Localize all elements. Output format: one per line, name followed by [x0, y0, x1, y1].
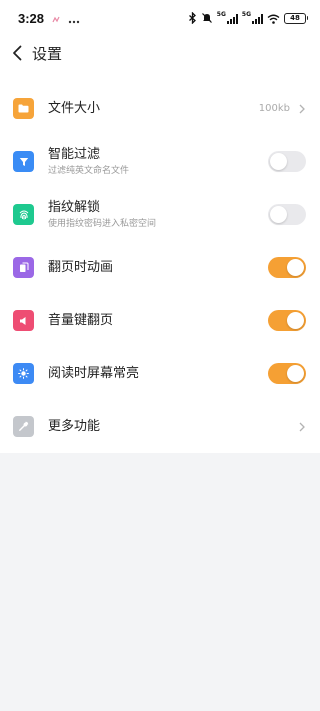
status-left-icons	[52, 9, 80, 28]
settings-page: 3:28 5G 5G 48 设置 文件大小 100kb 智能过滤 过滤纯英文命名…	[0, 0, 320, 711]
status-time: 3:28	[18, 10, 45, 26]
network-label-1: 5G	[216, 11, 226, 18]
setting-texts: 音量键翻页	[48, 313, 268, 329]
setting-more-features[interactable]: 更多功能	[0, 400, 320, 453]
status-right: 5G 5G 48	[188, 0, 308, 36]
setting-label: 翻页时动画	[48, 259, 114, 275]
back-arrow-icon[interactable]	[10, 44, 24, 62]
setting-label: 阅读时屏幕常亮	[48, 365, 140, 381]
more-dots-icon	[68, 9, 80, 28]
setting-texts: 智能过滤 过滤纯英文命名文件	[48, 147, 268, 177]
status-bar: 3:28 5G 5G 48	[0, 0, 320, 36]
setting-texts: 文件大小	[48, 101, 259, 117]
smart-filter-toggle[interactable]	[268, 151, 306, 172]
setting-screen-always-on: 阅读时屏幕常亮	[0, 347, 320, 400]
fingerprint-unlock-toggle[interactable]	[268, 204, 306, 225]
filter-icon	[13, 151, 34, 172]
setting-fingerprint-unlock: 指纹解锁 使用指纹密码进入私密空间	[0, 188, 320, 241]
setting-label: 音量键翻页	[48, 312, 114, 328]
setting-subtitle: 使用指纹密码进入私密空间	[48, 218, 157, 229]
network-label-2: 5G	[241, 11, 251, 18]
fingerprint-icon	[13, 204, 34, 225]
screen-always-on-toggle[interactable]	[268, 363, 306, 384]
toggle-knob	[287, 312, 304, 329]
setting-smart-filter: 智能过滤 过滤纯英文命名文件	[0, 135, 320, 188]
setting-page-flip-animation: 翻页时动画	[0, 241, 320, 294]
signal-icon-2: 5G	[242, 12, 263, 24]
battery-icon: 48	[284, 12, 308, 24]
setting-texts: 翻页时动画	[48, 260, 268, 276]
setting-volume-key-flip: 音量键翻页	[0, 294, 320, 347]
signal-icon-1: 5G	[217, 12, 238, 24]
bluetooth-icon	[188, 9, 197, 28]
mute-bell-icon	[201, 9, 213, 28]
file-size-value: 100kb	[258, 103, 290, 114]
wrench-icon	[13, 416, 34, 437]
toggle-knob	[287, 259, 304, 276]
toggle-knob	[270, 206, 287, 223]
page-title: 设置	[32, 44, 63, 63]
page-flip-animation-toggle[interactable]	[268, 257, 306, 278]
chevron-right-icon	[298, 421, 306, 433]
volume-key-flip-toggle[interactable]	[268, 310, 306, 331]
notification-icon	[52, 9, 60, 28]
setting-texts: 阅读时屏幕常亮	[48, 366, 268, 382]
toggle-knob	[287, 365, 304, 382]
page-flip-icon	[13, 257, 34, 278]
brightness-icon	[13, 363, 34, 384]
setting-label: 指纹解锁	[48, 199, 101, 215]
settings-list: 文件大小 100kb 智能过滤 过滤纯英文命名文件 指纹解锁 使用指纹密码进入私…	[0, 82, 320, 453]
setting-label: 智能过滤	[48, 146, 101, 162]
setting-file-size[interactable]: 文件大小 100kb	[0, 82, 320, 135]
volume-icon	[13, 310, 34, 331]
chevron-right-icon	[298, 103, 306, 115]
header: 设置	[0, 36, 320, 70]
setting-label: 更多功能	[48, 418, 101, 434]
toggle-knob	[270, 153, 287, 170]
folder-icon	[13, 98, 34, 119]
setting-label: 文件大小	[48, 100, 101, 116]
top-panel: 3:28 5G 5G 48 设置 文件大小 100kb 智能过滤 过滤纯英文命名…	[0, 0, 320, 453]
wifi-icon	[267, 9, 280, 28]
setting-texts: 指纹解锁 使用指纹密码进入私密空间	[48, 200, 268, 230]
setting-texts: 更多功能	[48, 419, 298, 435]
setting-subtitle: 过滤纯英文命名文件	[48, 165, 130, 176]
